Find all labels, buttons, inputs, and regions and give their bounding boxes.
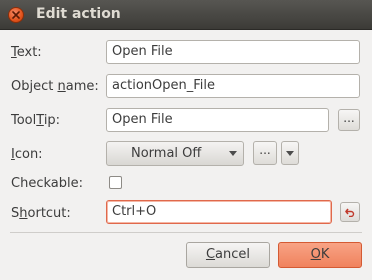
shortcut-field[interactable]: Ctrl+O (106, 200, 332, 224)
tooltip-label: ToolTip: (11, 113, 61, 128)
tooltip-field[interactable]: Open File (106, 108, 329, 132)
text-field[interactable]: Open File (106, 40, 360, 64)
object-name-field[interactable]: actionOpen_File (106, 74, 360, 98)
icon-menu-button[interactable] (281, 141, 299, 165)
icon-label: Icon: (11, 147, 43, 162)
shortcut-label: Shortcut: (11, 206, 71, 221)
chevron-down-icon (229, 151, 237, 156)
chevron-down-icon (286, 151, 294, 156)
text-label: Text: (11, 45, 42, 60)
window-title: Edit action (36, 6, 121, 22)
close-button[interactable] (8, 7, 24, 23)
icon-mode-combobox[interactable]: Normal Off (106, 141, 244, 166)
checkable-checkbox[interactable] (109, 176, 122, 189)
button-separator (10, 232, 362, 233)
object-name-label: Object name: (11, 79, 99, 94)
checkable-label: Checkable: (11, 176, 83, 191)
ok-button[interactable]: OK (278, 242, 362, 268)
undo-arrow-icon (345, 208, 355, 217)
icon-browse-button[interactable]: ... (253, 141, 277, 165)
close-icon (12, 11, 20, 19)
cancel-button[interactable]: Cancel (186, 242, 270, 268)
reset-shortcut-button[interactable] (340, 202, 360, 222)
tooltip-browse-button[interactable]: ... (338, 109, 360, 131)
icon-mode-value: Normal Off (131, 146, 202, 161)
title-bar: Edit action (0, 0, 372, 30)
